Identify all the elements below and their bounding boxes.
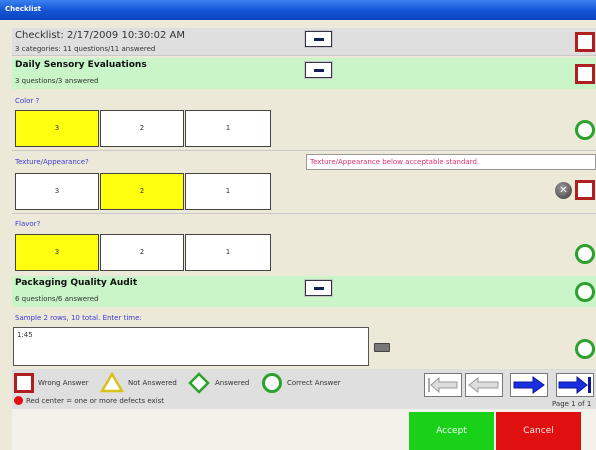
option-color-2[interactable]: 2 [100,110,184,147]
option-color-3[interactable]: 3 [15,110,99,147]
question-label-texture: Texture/Appearance? [15,158,89,166]
category-status-wrong-icon [575,64,595,84]
correct-answer-legend-icon [262,373,282,393]
question-label-color: Color ? [15,97,40,105]
category-title: Packaging Quality Audit [15,278,138,288]
category-summary: 3 questions/3 answered [15,77,99,85]
collapse-all-button[interactable] [305,31,332,47]
first-page-button[interactable] [424,373,462,397]
window-title: Checklist [5,5,41,13]
red-dot-icon [14,396,23,405]
checklist-summary: 3 categories: 11 questions/11 answered [15,45,156,53]
answered-legend-icon [188,372,210,394]
option-flavor-2[interactable]: 2 [100,234,184,271]
question-status-correct-icon [575,120,595,140]
last-page-icon [558,375,591,395]
legend-answered-label: Answered [215,379,250,387]
previous-page-icon [468,376,499,394]
accept-button[interactable]: Accept [409,412,494,450]
category-collapse-button[interactable] [305,280,332,296]
last-page-button[interactable] [556,373,594,397]
question-status-wrong-icon [575,180,595,200]
option-flavor-3[interactable]: 3 [15,234,99,271]
legend-wrong-label: Wrong Answer [38,379,89,387]
question-label-sample-time: Sample 2 rows, 10 total. Enter time: [15,314,142,322]
page-indicator: Page 1 of 1 [552,400,592,408]
legend-not-answered-label: Not Answered [128,379,177,387]
next-page-button[interactable] [510,373,548,397]
wrong-answer-legend-icon [14,373,34,393]
previous-page-button[interactable] [465,373,503,397]
option-texture-2[interactable]: 2 [100,173,184,210]
divider [12,150,596,151]
cancel-button[interactable]: Cancel [496,412,581,450]
first-page-icon [428,376,458,394]
question-status-correct-icon [575,244,595,264]
divider [12,213,596,214]
checklist-title: Checklist: 2/17/2009 10:30:02 AM [15,30,186,41]
category-status-correct-icon [575,282,595,302]
clear-answer-icon[interactable]: ✕ [555,182,572,199]
question-label-flavor: Flavor? [15,220,41,228]
category-title: Daily Sensory Evaluations [15,60,147,70]
legend-bar: Wrong Answer Not Answered Answered Corre… [12,369,596,409]
category-header-daily-sensory[interactable]: Daily Sensory Evaluations 3 questions/3 … [12,58,596,89]
category-header-packaging-audit[interactable]: Packaging Quality Audit 6 questions/6 an… [12,276,596,307]
question-status-correct-icon [575,339,595,359]
option-flavor-1[interactable]: 1 [185,234,271,271]
legend-defects-note: Red center = one or more defects exist [26,397,165,405]
question-comment-field[interactable]: Texture/Appearance below acceptable stan… [306,154,596,170]
not-answered-legend-icon [100,372,124,393]
category-summary: 6 questions/6 answered [15,295,99,303]
next-page-icon [513,376,545,394]
option-texture-3[interactable]: 3 [15,173,99,210]
checklist-header: Checklist: 2/17/2009 10:30:02 AM 3 categ… [12,28,596,56]
legend-correct-label: Correct Answer [287,379,341,387]
option-color-1[interactable]: 1 [185,110,271,147]
time-entry-input[interactable]: 1:45 [13,327,369,366]
option-texture-1[interactable]: 1 [185,173,271,210]
keyboard-icon[interactable] [374,343,390,352]
category-collapse-button[interactable] [305,62,332,78]
window-title-bar: Checklist [0,0,596,20]
checklist-status-wrong-icon [575,32,595,52]
